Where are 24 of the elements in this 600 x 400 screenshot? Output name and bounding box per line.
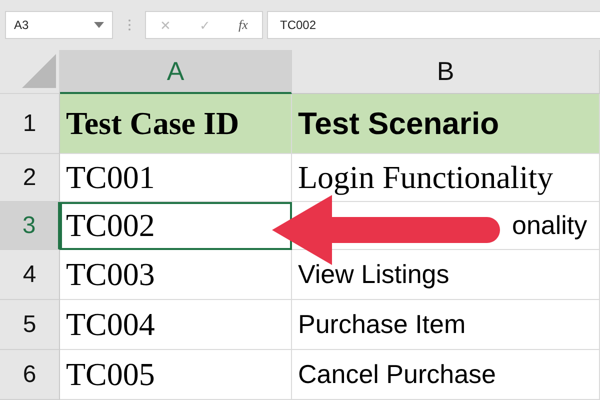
- column-header[interactable]: B: [292, 50, 600, 94]
- triangle-icon: [22, 54, 56, 88]
- table-cell: Cancel Purchase: [292, 350, 600, 400]
- table-cell: TC002: [60, 202, 292, 250]
- table-cell: TC004: [60, 300, 292, 350]
- table-cell: Test Scenario: [292, 94, 600, 154]
- row-header[interactable]: 5: [0, 300, 60, 350]
- row-header[interactable]: 6: [0, 350, 60, 400]
- table-cell: TC003: [60, 250, 292, 300]
- table-cell: Test Case ID: [60, 94, 292, 154]
- row-header[interactable]: 3: [0, 202, 60, 250]
- name-box[interactable]: A3: [5, 11, 113, 39]
- select-all-corner[interactable]: [0, 50, 60, 94]
- table-cell: Purchase Item: [292, 300, 600, 350]
- column-header[interactable]: A: [60, 50, 292, 94]
- table-cell: TC001: [60, 154, 292, 202]
- insert-function-button[interactable]: fx: [234, 17, 252, 33]
- row-header[interactable]: 1: [0, 94, 60, 154]
- grip-icon: [128, 19, 131, 31]
- row-header[interactable]: 4: [0, 250, 60, 300]
- row-header[interactable]: 2: [0, 154, 60, 202]
- table-cell: TC005: [60, 350, 292, 400]
- formula-field[interactable]: TC002: [267, 11, 600, 39]
- caret-icon: [94, 22, 104, 28]
